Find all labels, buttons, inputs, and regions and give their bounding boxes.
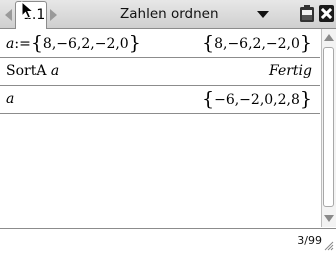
tab-page[interactable]: 1.1 (15, 1, 47, 29)
set-values: 8,−6,2,−2,0 (42, 36, 129, 52)
history-result[interactable]: {−6,−2,0,2,8} (202, 85, 312, 113)
tab-strip: 1.1 (0, 0, 70, 29)
vertical-scrollbar[interactable] (321, 29, 336, 227)
history-row[interactable]: a:={8,−6,2,−2,0} {8,−6,2,−2,0} (0, 29, 320, 58)
battery-icon (300, 5, 314, 22)
open-brace: { (202, 32, 215, 54)
arrow-right-icon[interactable] (50, 9, 57, 21)
history-row[interactable]: SortA a Fertig (0, 57, 320, 86)
scroll-down-icon[interactable] (324, 215, 334, 222)
close-brace: } (299, 32, 312, 54)
set-values: 8,−6,2,−2,0 (214, 36, 300, 52)
variable-name: a (50, 63, 60, 79)
history-result[interactable]: Fertig (269, 57, 312, 85)
close-icon[interactable] (319, 5, 334, 22)
open-brace: { (30, 32, 43, 54)
chevron-down-icon[interactable] (257, 11, 269, 18)
cursor-icon (21, 1, 35, 19)
title-bar: 1.1 Zahlen ordnen (0, 0, 336, 29)
set-values: −6,−2,0,2,8 (214, 92, 300, 108)
assign-operator: := (14, 36, 31, 52)
arrow-left-icon[interactable] (5, 9, 12, 21)
open-brace: { (202, 88, 215, 110)
history-result[interactable]: {8,−6,2,−2,0} (202, 29, 312, 57)
entry-counter: 3/99 (297, 234, 322, 247)
scroll-thumb[interactable] (323, 47, 334, 207)
calculator-history: a:={8,−6,2,−2,0} {8,−6,2,−2,0} SortA a F… (0, 29, 320, 228)
history-input[interactable]: SortA a (6, 57, 59, 85)
document-title[interactable]: Zahlen ordnen (120, 0, 219, 28)
close-brace: } (128, 32, 141, 54)
history-input[interactable]: a:={8,−6,2,−2,0} (6, 29, 141, 57)
history-row[interactable]: a {−6,−2,0,2,8} (0, 85, 320, 114)
command-name: SortA (6, 63, 47, 79)
status-bar: 3/99 (0, 228, 336, 253)
close-brace: } (299, 88, 312, 110)
resize-grip-icon[interactable] (324, 241, 334, 251)
history-input[interactable]: a (6, 85, 14, 113)
scroll-up-icon[interactable] (324, 34, 334, 41)
